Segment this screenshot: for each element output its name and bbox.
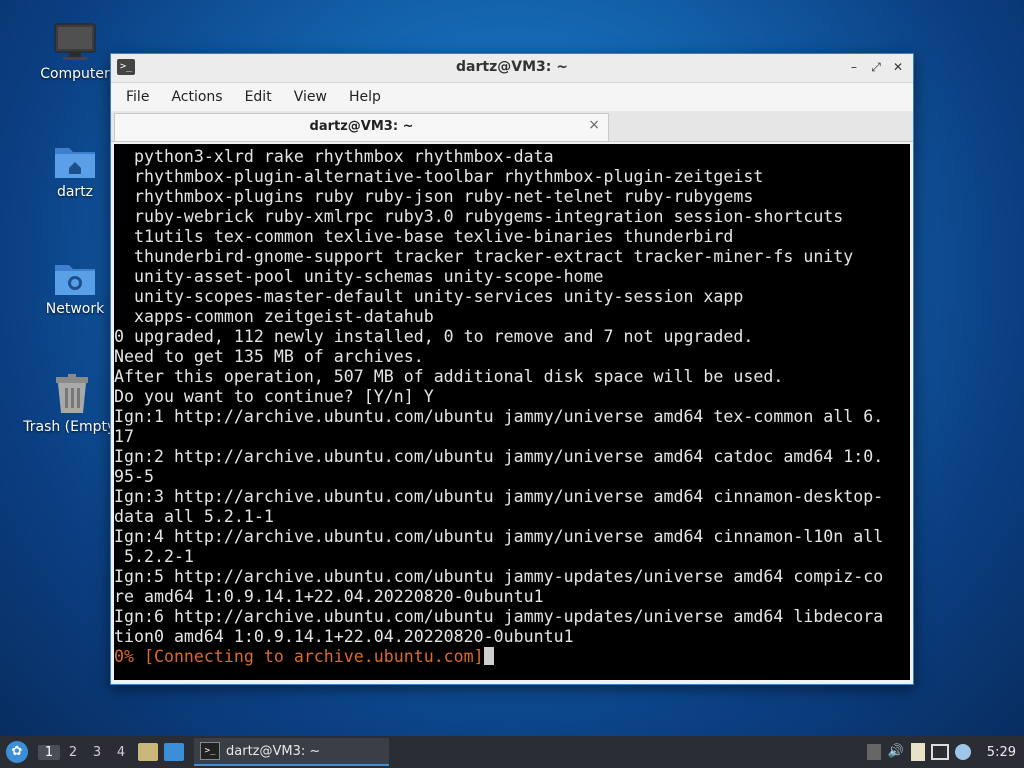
text-cursor	[483, 647, 494, 665]
file-manager-launcher-icon[interactable]	[138, 743, 158, 761]
menubar: File Actions Edit View Help	[111, 83, 913, 111]
terminal-line: 0 upgraded, 112 newly installed, 0 to re…	[114, 327, 754, 346]
close-button[interactable]: ✕	[889, 58, 907, 76]
menu-edit[interactable]: Edit	[234, 89, 283, 105]
window-title: dartz@VM3: ~	[456, 59, 568, 75]
terminal-line: Ign:6 http://archive.ubuntu.com/ubuntu j…	[114, 607, 884, 626]
terminal-line: Do you want to continue? [Y/n] Y	[114, 387, 434, 406]
terminal-line: Ign:4 http://archive.ubuntu.com/ubuntu j…	[114, 527, 884, 546]
terminal-task-icon: >_	[200, 742, 220, 760]
terminal-line: unity-scopes-master-default unity-servic…	[114, 287, 744, 306]
terminal-line: Ign:2 http://archive.ubuntu.com/ubuntu j…	[114, 447, 884, 466]
workspace-2[interactable]: 2	[62, 745, 84, 760]
network-folder-icon	[55, 265, 95, 295]
taskbar-task-terminal[interactable]: >_ dartz@VM3: ~	[194, 738, 389, 766]
workspace-1[interactable]: 1	[38, 744, 60, 760]
terminal-line: After this operation, 507 MB of addition…	[114, 367, 784, 386]
menu-view[interactable]: View	[283, 89, 338, 105]
menu-file[interactable]: File	[115, 89, 160, 105]
tab-title: dartz@VM3: ~	[309, 119, 414, 134]
maximize-button[interactable]: ⤢	[867, 58, 885, 76]
start-menu-button[interactable]: ✿	[6, 741, 28, 763]
tab-terminal[interactable]: dartz@VM3: ~ ×	[114, 113, 609, 141]
terminal-line: rhythmbox-plugins ruby ruby-json ruby-ne…	[114, 187, 754, 206]
terminal-output[interactable]: python3-xlrd rake rhythmbox rhythmbox-da…	[114, 144, 910, 680]
minimize-button[interactable]: –	[845, 58, 863, 76]
terminal-line: t1utils tex-common texlive-base texlive-…	[114, 227, 734, 246]
terminal-line: 17	[114, 427, 134, 446]
desktop-icon-trash[interactable]: Trash (Empty)	[22, 373, 122, 435]
desktop-icon-label: dartz	[56, 184, 94, 200]
tab-close-icon[interactable]: ×	[588, 117, 600, 133]
desktop-icon-label: Computer	[40, 66, 110, 82]
clipboard-icon[interactable]	[910, 743, 925, 761]
terminal-line: python3-xlrd rake rhythmbox rhythmbox-da…	[114, 147, 554, 166]
desktop-icon-computer[interactable]: Computer	[27, 22, 123, 82]
status-text: 0% [Connecting to archive.ubuntu.com]	[114, 647, 484, 666]
terminal-line: xapps-common zeitgeist-datahub	[114, 307, 434, 326]
monitor-icon	[54, 23, 96, 60]
window-titlebar[interactable]: >_ dartz@VM3: ~ – ⤢ ✕	[111, 54, 913, 83]
network-tray-icon[interactable]	[930, 744, 949, 760]
terminal-line: unity-asset-pool unity-schemas unity-sco…	[114, 267, 604, 286]
tab-bar: dartz@VM3: ~ ×	[111, 111, 913, 142]
terminal-line: ruby-webrick ruby-xmlrpc ruby3.0 rubygem…	[114, 207, 844, 226]
system-tray: 🔊 5:29	[866, 743, 1024, 761]
menu-actions[interactable]: Actions	[160, 89, 233, 105]
terminal-window: >_ dartz@VM3: ~ – ⤢ ✕ File Actions Edit …	[110, 53, 914, 685]
terminal-line: rhythmbox-plugin-alternative-toolbar rhy…	[114, 167, 764, 186]
terminal-status-line: 0% [Connecting to archive.ubuntu.com]	[114, 647, 910, 667]
terminal-line: data all 5.2.1-1	[114, 507, 274, 526]
menu-help[interactable]: Help	[338, 89, 392, 105]
desktop-icon-label: Trash (Empty)	[23, 419, 121, 435]
notification-icon[interactable]	[954, 744, 971, 760]
show-desktop-icon[interactable]	[164, 743, 184, 761]
terminal-line: re amd64 1:0.9.14.1+22.04.20220820-0ubun…	[114, 587, 544, 606]
terminal-line: Ign:1 http://archive.ubuntu.com/ubuntu j…	[114, 407, 884, 426]
terminal-line: 5.2.2-1	[114, 547, 194, 566]
update-icon[interactable]	[866, 744, 881, 760]
trash-icon	[56, 374, 88, 413]
terminal-line: thunderbird-gnome-support tracker tracke…	[114, 247, 854, 266]
desktop-icon-home[interactable]: dartz	[27, 140, 123, 200]
terminal-line: tion0 amd64 1:0.9.14.1+22.04.20220820-0u…	[114, 627, 574, 646]
terminal-line: Ign:3 http://archive.ubuntu.com/ubuntu j…	[114, 487, 884, 506]
taskbar: ✿ 1234 >_ dartz@VM3: ~ 🔊 5:29	[0, 736, 1024, 768]
terminal-line: 95-5	[114, 467, 154, 486]
terminal-line: Ign:5 http://archive.ubuntu.com/ubuntu j…	[114, 567, 884, 586]
clock[interactable]: 5:29	[987, 745, 1016, 760]
workspace-3[interactable]: 3	[86, 745, 108, 760]
volume-icon[interactable]: 🔊	[887, 743, 905, 761]
home-folder-icon	[55, 148, 95, 178]
desktop-icon-network[interactable]: Network	[27, 257, 123, 317]
workspace-4[interactable]: 4	[110, 745, 132, 760]
terminal-line: Need to get 135 MB of archives.	[114, 347, 424, 366]
task-label: dartz@VM3: ~	[226, 743, 321, 759]
desktop-icon-label: Network	[45, 301, 105, 317]
